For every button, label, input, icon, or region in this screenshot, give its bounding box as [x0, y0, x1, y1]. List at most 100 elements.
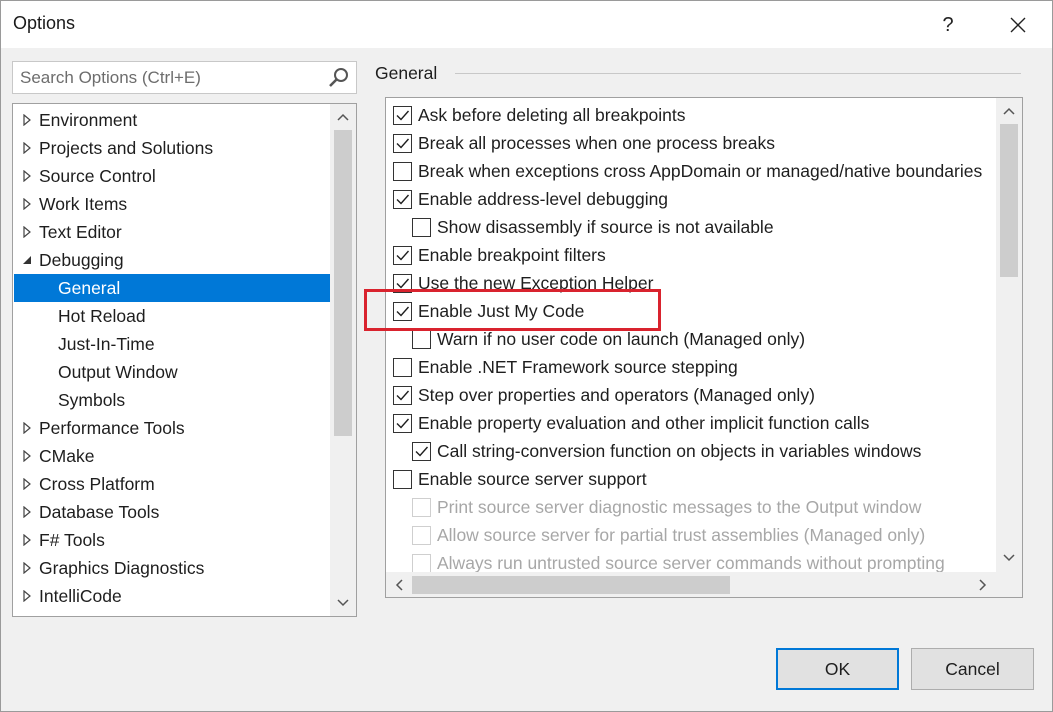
- tree-scroll-thumb[interactable]: [334, 130, 352, 436]
- option-label: Allow source server for partial trust as…: [437, 525, 926, 545]
- collapsed-triangle-icon[interactable]: [20, 442, 34, 470]
- help-button[interactable]: ?: [925, 8, 971, 42]
- tree-item-label: Output Window: [58, 362, 178, 382]
- tree-item[interactable]: Output Window: [14, 358, 330, 386]
- tree-item[interactable]: Performance Tools: [14, 414, 330, 442]
- checkbox[interactable]: [393, 414, 412, 433]
- collapsed-triangle-icon[interactable]: [20, 218, 34, 246]
- option-label: Enable address-level debugging: [418, 189, 669, 209]
- collapsed-triangle-icon[interactable]: [20, 526, 34, 554]
- tree-item[interactable]: Projects and Solutions: [14, 134, 330, 162]
- expanded-triangle-icon[interactable]: [20, 246, 34, 274]
- tree-item-label: Cross Platform: [39, 474, 155, 494]
- options-dialog: Options ? Environment Projects and Soluti…: [0, 0, 1053, 712]
- tree-item[interactable]: Text Editor: [14, 218, 330, 246]
- options-vscroll-thumb[interactable]: [1000, 124, 1018, 277]
- tree-item-label: Performance Tools: [39, 418, 185, 438]
- search-box[interactable]: [12, 61, 357, 94]
- checkbox[interactable]: [393, 246, 412, 265]
- collapsed-triangle-icon[interactable]: [20, 414, 34, 442]
- tree-item[interactable]: F# Tools: [14, 526, 330, 554]
- search-input[interactable]: [13, 62, 323, 93]
- options-horizontal-scrollbar[interactable]: [386, 572, 996, 597]
- search-icon[interactable]: [327, 66, 351, 90]
- option-label: Enable property evaluation and other imp…: [418, 413, 870, 433]
- scrollbar-corner: [996, 572, 1022, 597]
- tree-item[interactable]: Hot Reload: [14, 302, 330, 330]
- tree-item-label: Projects and Solutions: [39, 138, 214, 158]
- checkbox[interactable]: [393, 106, 412, 125]
- cancel-button[interactable]: Cancel: [911, 648, 1034, 690]
- tree-scrollbar[interactable]: [330, 104, 356, 616]
- checkbox[interactable]: [412, 442, 431, 461]
- collapsed-triangle-icon[interactable]: [20, 162, 34, 190]
- options-vertical-scrollbar[interactable]: [996, 98, 1022, 572]
- tree-item[interactable]: Source Control: [14, 162, 330, 190]
- ok-button[interactable]: OK: [776, 648, 899, 690]
- collapsed-triangle-icon[interactable]: [20, 190, 34, 218]
- tree-item[interactable]: Cross Platform: [14, 470, 330, 498]
- annotation-highlight-box: [364, 289, 661, 331]
- collapsed-triangle-icon[interactable]: [20, 106, 34, 134]
- collapsed-triangle-icon[interactable]: [20, 470, 34, 498]
- dialog-title: Options: [13, 13, 76, 33]
- tree-item[interactable]: General: [14, 274, 330, 302]
- scroll-down-icon[interactable]: [334, 594, 352, 612]
- collapsed-triangle-icon[interactable]: [20, 582, 34, 610]
- tree-item-label: Symbols: [58, 390, 126, 410]
- checkbox[interactable]: [412, 330, 431, 349]
- collapsed-triangle-icon[interactable]: [20, 134, 34, 162]
- scroll-right-icon[interactable]: [974, 576, 992, 594]
- tree-item[interactable]: IntelliCode: [14, 582, 330, 610]
- tree-item[interactable]: Symbols: [14, 386, 330, 414]
- tree-item-label: General: [58, 278, 121, 298]
- tree-item[interactable]: Database Tools: [14, 498, 330, 526]
- scroll-left-icon[interactable]: [390, 576, 408, 594]
- checkbox[interactable]: [393, 162, 412, 181]
- checkbox[interactable]: [412, 218, 431, 237]
- tree-item[interactable]: Just-In-Time: [14, 330, 330, 358]
- tree-item[interactable]: Environment: [14, 106, 330, 134]
- tree-item-label: Database Tools: [39, 502, 160, 522]
- tree-item-label: Hot Reload: [58, 306, 146, 326]
- checkbox[interactable]: [393, 134, 412, 153]
- tree-item-label: Source Control: [39, 166, 156, 186]
- checkmark-icon: [396, 390, 410, 401]
- tree-item[interactable]: CMake: [14, 442, 330, 470]
- group-divider: [455, 73, 1021, 74]
- checkmark-icon: [415, 446, 429, 457]
- option-label: Print source server diagnostic messages …: [437, 497, 922, 517]
- scroll-down-icon[interactable]: [1000, 549, 1018, 567]
- checkbox: [412, 526, 431, 545]
- option-label: Step over properties and operators (Mana…: [418, 385, 815, 405]
- checkbox[interactable]: [393, 190, 412, 209]
- options-tree[interactable]: Environment Projects and Solutions Source …: [12, 103, 357, 617]
- tree-item-label: Debugging: [39, 250, 124, 270]
- checkbox: [412, 498, 431, 517]
- tree-item[interactable]: Debugging: [14, 246, 330, 274]
- checkmark-icon: [396, 250, 410, 261]
- checkmark-icon: [396, 194, 410, 205]
- option-label: Enable .NET Framework source stepping: [418, 357, 738, 377]
- checkbox[interactable]: [393, 470, 412, 489]
- group-title: General: [375, 63, 438, 83]
- tree-item[interactable]: Work Items: [14, 190, 330, 218]
- tree-item[interactable]: Graphics Diagnostics: [14, 554, 330, 582]
- option-label: Ask before deleting all breakpoints: [418, 105, 686, 125]
- tree-item-label: Just-In-Time: [58, 334, 155, 354]
- checkbox[interactable]: [393, 386, 412, 405]
- close-button[interactable]: [995, 8, 1041, 42]
- scroll-up-icon[interactable]: [334, 108, 352, 126]
- option-label: Call string-conversion function on objec…: [437, 441, 922, 461]
- collapsed-triangle-icon[interactable]: [20, 498, 34, 526]
- tree-item-label: Graphics Diagnostics: [39, 558, 205, 578]
- options-hscroll-thumb[interactable]: [412, 576, 730, 594]
- option-label: Enable source server support: [418, 469, 647, 489]
- option-label: Enable breakpoint filters: [418, 245, 606, 265]
- options-list: Ask before deleting all breakpoints Break…: [385, 97, 1023, 598]
- tree-item-label: Text Editor: [39, 222, 122, 242]
- collapsed-triangle-icon[interactable]: [20, 554, 34, 582]
- checkbox[interactable]: [393, 358, 412, 377]
- tree-item-label: CMake: [39, 446, 95, 466]
- scroll-up-icon[interactable]: [1000, 102, 1018, 120]
